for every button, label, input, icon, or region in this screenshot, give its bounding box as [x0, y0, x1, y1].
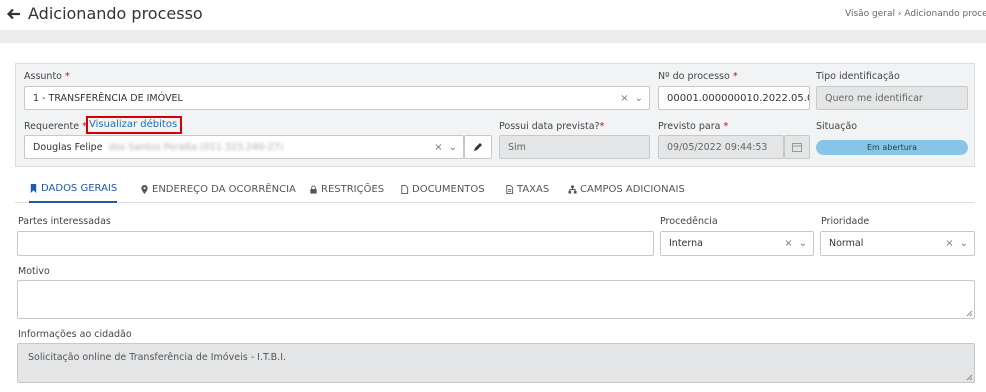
chevron-down-icon[interactable]: ⌄	[799, 238, 807, 249]
informacoes-cidadao-textarea: Solicitação online de Transferência de I…	[17, 343, 975, 383]
possui-data-prevista-field: Sim	[499, 135, 650, 159]
chevron-down-icon[interactable]: ⌄	[960, 238, 968, 249]
breadcrumb[interactable]: Visão geral › Adicionando process	[845, 9, 986, 19]
tab-dados-gerais[interactable]: DADOS GERAIS	[29, 176, 118, 203]
tab-taxas[interactable]: TAXAS	[505, 176, 549, 203]
clear-icon[interactable]: ×	[434, 142, 442, 153]
clear-icon[interactable]: ×	[620, 93, 628, 104]
requerente-select[interactable]: Douglas Felipe dos Santos Peralta (011.3…	[24, 135, 464, 159]
motivo-textarea[interactable]	[17, 280, 975, 319]
requerente-value: Douglas Felipe	[33, 141, 103, 153]
status-badge: Em abertura	[816, 140, 968, 155]
edit-requerente-button[interactable]	[464, 135, 492, 159]
tab-endereco-ocorrencia[interactable]: ENDEREÇO DA OCORRÊNCIA	[140, 176, 296, 203]
requerente-label: Requerente *	[24, 121, 87, 132]
informacoes-cidadao-label: Informações ao cidadão	[18, 329, 132, 340]
situacao-label: Situação	[816, 121, 858, 132]
back-arrow-icon[interactable]	[6, 6, 22, 22]
file-icon	[401, 185, 409, 194]
assunto-value: 1 - TRANSFERÊNCIA DE IMÓVEL	[33, 92, 183, 104]
visualizar-debitos-link[interactable]: Visualizar débitos	[89, 119, 177, 130]
procedencia-select[interactable]: Interna × ⌄	[660, 231, 814, 256]
tab-bar: DADOS GERAIS ENDEREÇO DA OCORRÊNCIA REST…	[15, 176, 975, 203]
tab-documentos[interactable]: DOCUMENTOS	[400, 176, 485, 203]
clear-icon[interactable]: ×	[784, 238, 792, 249]
possui-data-prevista-label: Possui data prevista?*	[499, 121, 605, 132]
map-marker-icon	[141, 185, 148, 194]
header-divider	[0, 30, 986, 43]
procedencia-label: Procedência	[660, 216, 718, 227]
informacoes-cidadao-value: Solicitação online de Transferência de I…	[28, 352, 287, 363]
clear-icon[interactable]: ×	[945, 238, 953, 249]
partes-interessadas-input[interactable]	[17, 231, 654, 256]
motivo-label: Motivo	[18, 266, 50, 277]
prioridade-select[interactable]: Normal × ⌄	[820, 231, 975, 256]
pencil-icon	[474, 143, 482, 151]
partes-interessadas-label: Partes interessadas	[18, 216, 111, 227]
numero-processo-field[interactable]: 00001.000000010.2022.05.05	[658, 86, 810, 110]
previsto-para-label: Previsto para *	[658, 121, 729, 132]
sitemap-icon	[568, 185, 577, 194]
previsto-para-field: 09/05/2022 09:44:53	[658, 135, 784, 159]
assunto-select[interactable]: 1 - TRANSFERÊNCIA DE IMÓVEL × ⌄	[24, 86, 650, 110]
page-title: Adicionando processo	[28, 4, 203, 23]
resize-grip-icon	[966, 374, 973, 381]
tab-campos-adicionais[interactable]: CAMPOS ADICIONAIS	[568, 176, 685, 203]
chevron-down-icon[interactable]: ⌄	[635, 93, 643, 104]
file-text-icon	[506, 185, 514, 194]
procedencia-value: Interna	[669, 238, 703, 249]
prioridade-value: Normal	[829, 238, 864, 249]
calendar-button[interactable]	[784, 135, 810, 159]
bookmark-icon	[30, 184, 37, 193]
chevron-down-icon[interactable]: ⌄	[449, 142, 457, 153]
calendar-icon	[792, 143, 802, 152]
prioridade-label: Prioridade	[821, 216, 870, 227]
tipo-identificacao-label: Tipo identificação	[816, 71, 900, 82]
lock-icon	[310, 185, 317, 194]
assunto-label: Assunto *	[24, 71, 70, 82]
resize-grip-icon[interactable]	[965, 309, 973, 317]
numero-processo-label: Nº do processo *	[658, 71, 738, 82]
requerente-redacted-value: dos Santos Peralta (011.323.240-27)	[108, 141, 284, 153]
tipo-identificacao-field: Quero me identificar	[816, 86, 968, 110]
tab-restricoes[interactable]: RESTRIÇÕES	[309, 176, 384, 203]
